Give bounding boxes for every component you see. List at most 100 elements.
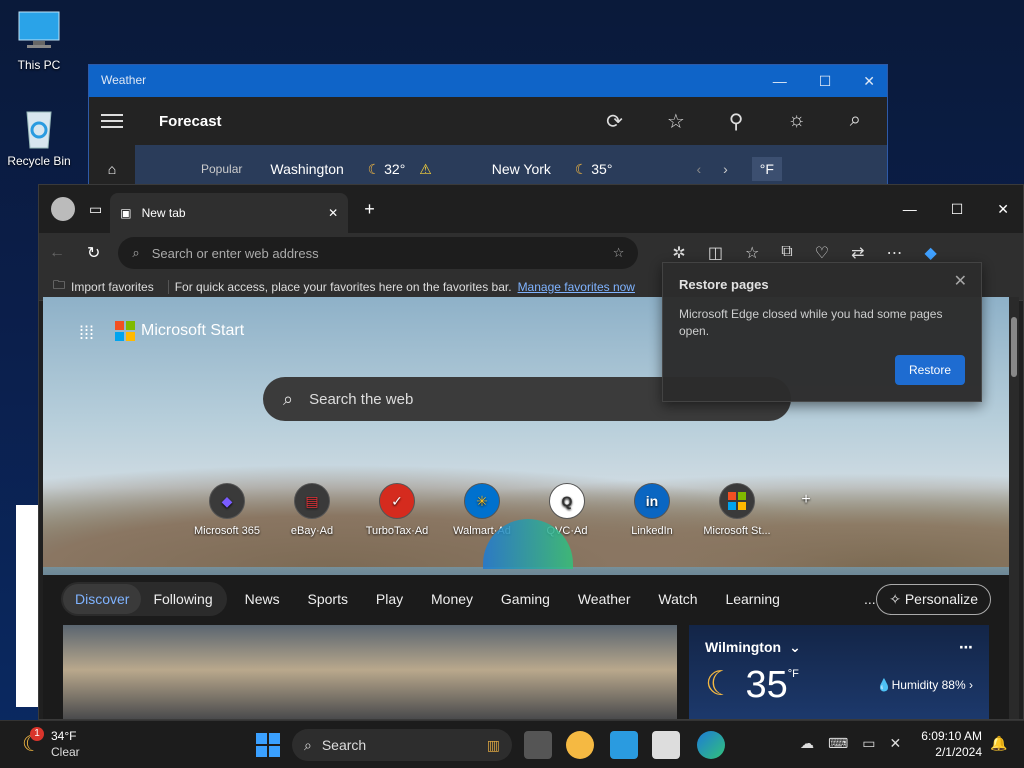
quick-link-microsoft-365[interactable]: ◆ Microsoft 365	[191, 483, 263, 537]
close-button[interactable]: ✕	[863, 73, 875, 89]
scrollbar-thumb[interactable]	[1011, 317, 1017, 377]
start-button[interactable]	[256, 733, 280, 760]
taskbar-weather-temp[interactable]: 34°F	[51, 729, 76, 743]
extensions-icon[interactable]: ✲	[672, 243, 685, 263]
refresh-icon[interactable]: ⟳	[606, 109, 623, 134]
tab-gaming[interactable]: Gaming	[501, 591, 550, 607]
tab-learning[interactable]: Learning	[725, 591, 780, 607]
close-icon[interactable]: ✕	[954, 271, 967, 291]
weather-card[interactable]: Wilmington ⌄ ⋯ ☾ 35 °F 💧Humidity 88% ›	[689, 625, 989, 719]
close-button[interactable]: ✕	[997, 201, 1009, 218]
apps-grid-icon[interactable]: ⁞⁞⁞	[79, 323, 94, 344]
add-quick-link-button[interactable]: +	[786, 483, 826, 537]
task-view-icon[interactable]	[524, 731, 552, 759]
walmart-icon: ✳	[464, 483, 500, 519]
address-bar[interactable]: ⌕ Search or enter web address ☆	[118, 237, 639, 269]
weather-app-icon[interactable]	[566, 731, 594, 759]
microsoft-365-icon: ◆	[209, 483, 245, 519]
restore-button[interactable]: Restore	[895, 355, 965, 385]
tab-actions-icon[interactable]: ▭	[89, 201, 102, 218]
weather-card-more-icon[interactable]: ⋯	[959, 639, 973, 656]
file-app-icon[interactable]	[610, 731, 638, 759]
page-scrollbar[interactable]	[1009, 297, 1019, 719]
news-card-image[interactable]	[63, 625, 677, 719]
import-favorites[interactable]: Import favorites	[71, 280, 154, 294]
desktop-icon-recycle-bin[interactable]: Recycle Bin	[0, 106, 78, 168]
chevron-right-icon[interactable]: ›	[723, 161, 728, 177]
desktop-icon-this-pc[interactable]: This PC	[0, 10, 78, 72]
search-icon[interactable]: ⌕	[850, 109, 861, 134]
quick-link-ebay[interactable]: ▤ eBay·Ad	[276, 483, 348, 537]
quick-link-linkedin[interactable]: in LinkedIn	[616, 483, 688, 537]
snipping-tool-icon[interactable]	[652, 731, 680, 759]
clock-time[interactable]: 6:09:10 AM	[920, 729, 982, 743]
chevron-left-icon[interactable]: ‹	[696, 161, 701, 177]
notifications-bell-icon[interactable]: 🔔	[990, 735, 1007, 752]
feed-more-button[interactable]: ...	[864, 591, 876, 607]
popup-message: Microsoft Edge closed while you had some…	[679, 307, 943, 338]
favorites-icon[interactable]: ☆	[745, 243, 759, 263]
chevron-down-icon[interactable]: ⌄	[789, 639, 801, 656]
share-icon[interactable]: ⇄	[851, 243, 864, 263]
microsoft-start-logo[interactable]: Microsoft Start	[115, 321, 244, 341]
tab-watch[interactable]: Watch	[658, 591, 697, 607]
favorite-star-icon[interactable]: ☆	[613, 245, 625, 261]
copilot-icon[interactable]: ◆	[924, 243, 936, 263]
desktop-icon-label: This PC	[17, 58, 61, 72]
taskbar-weather-condition[interactable]: Clear	[51, 745, 80, 759]
city-name: New York	[491, 160, 551, 177]
tab-discover[interactable]: Discover	[63, 584, 142, 614]
volume-icon[interactable]: ✕	[889, 735, 901, 752]
tab-money[interactable]: Money	[431, 591, 473, 607]
tab-weather[interactable]: Weather	[578, 591, 631, 607]
tab-news[interactable]: News	[245, 591, 280, 607]
star-icon[interactable]: ☆	[667, 109, 685, 134]
pin-icon[interactable]: ⚲	[729, 109, 744, 134]
collections-icon[interactable]: ⧉	[781, 243, 792, 263]
minimize-button[interactable]: —	[903, 201, 917, 218]
page-title: Forecast	[159, 112, 222, 130]
quick-link-turbotax[interactable]: ✓ TurboTax·Ad	[361, 483, 433, 537]
feed-mode-switch: Discover Following	[61, 582, 227, 616]
weather-temp: 35	[745, 664, 788, 706]
settings-sun-icon[interactable]: ☼	[787, 109, 805, 134]
health-icon[interactable]: ♡	[815, 243, 829, 263]
minimize-button[interactable]: —	[773, 73, 787, 89]
weather-toolbar: Forecast ⟳ ☆ ⚲ ☼ ⌕	[89, 97, 887, 145]
ebay-icon: ▤	[294, 483, 330, 519]
tab-sports[interactable]: Sports	[308, 591, 348, 607]
close-tab-icon[interactable]: ✕	[328, 206, 338, 220]
tab-play[interactable]: Play	[376, 591, 403, 607]
city-temp: 35°	[591, 160, 613, 177]
humidity-info[interactable]: 💧Humidity 88% ›	[877, 678, 973, 692]
edge-taskbar-icon[interactable]	[697, 731, 725, 759]
maximize-button[interactable]: ☐	[951, 201, 964, 218]
more-menu-icon[interactable]: ⋯	[886, 243, 902, 263]
city-new-york[interactable]: New York ☾ 35°	[492, 161, 613, 178]
windows-logo-icon	[256, 733, 280, 757]
moon-icon: ☾	[574, 160, 588, 177]
taskbar-search[interactable]: ⌕ Search ▥	[292, 729, 512, 761]
network-icon[interactable]: ☁	[800, 735, 814, 752]
tab-following[interactable]: Following	[141, 584, 224, 614]
display-icon[interactable]: ▭	[862, 735, 875, 752]
maximize-button[interactable]: ☐	[819, 73, 832, 89]
tab-new-tab[interactable]: ▣ New tab ✕	[110, 193, 349, 233]
profile-avatar[interactable]	[51, 197, 75, 221]
weather-location[interactable]: Wilmington	[705, 639, 781, 656]
personalize-button[interactable]: ✧ Personalize	[876, 583, 991, 615]
personalize-label: Personalize	[904, 590, 978, 607]
quick-link-label: Walmart	[453, 525, 494, 537]
hamburger-menu-icon[interactable]	[101, 114, 123, 128]
microsoft-store-icon	[719, 483, 755, 519]
back-icon[interactable]: ←	[49, 244, 65, 262]
split-screen-icon[interactable]: ◫	[708, 243, 723, 263]
unit-toggle[interactable]: °F	[751, 157, 782, 181]
add-tab-button[interactable]: +	[364, 199, 375, 220]
quick-link-microsoft-store[interactable]: Microsoft St...	[701, 483, 773, 537]
manage-favorites-link[interactable]: Manage favorites now	[518, 280, 635, 294]
clock-date[interactable]: 2/1/2024	[920, 745, 982, 759]
keyboard-icon[interactable]: ⌨	[828, 735, 848, 752]
city-washington[interactable]: Washington ☾ 32° ⚠	[270, 161, 431, 178]
refresh-icon[interactable]: ↻	[87, 243, 100, 263]
